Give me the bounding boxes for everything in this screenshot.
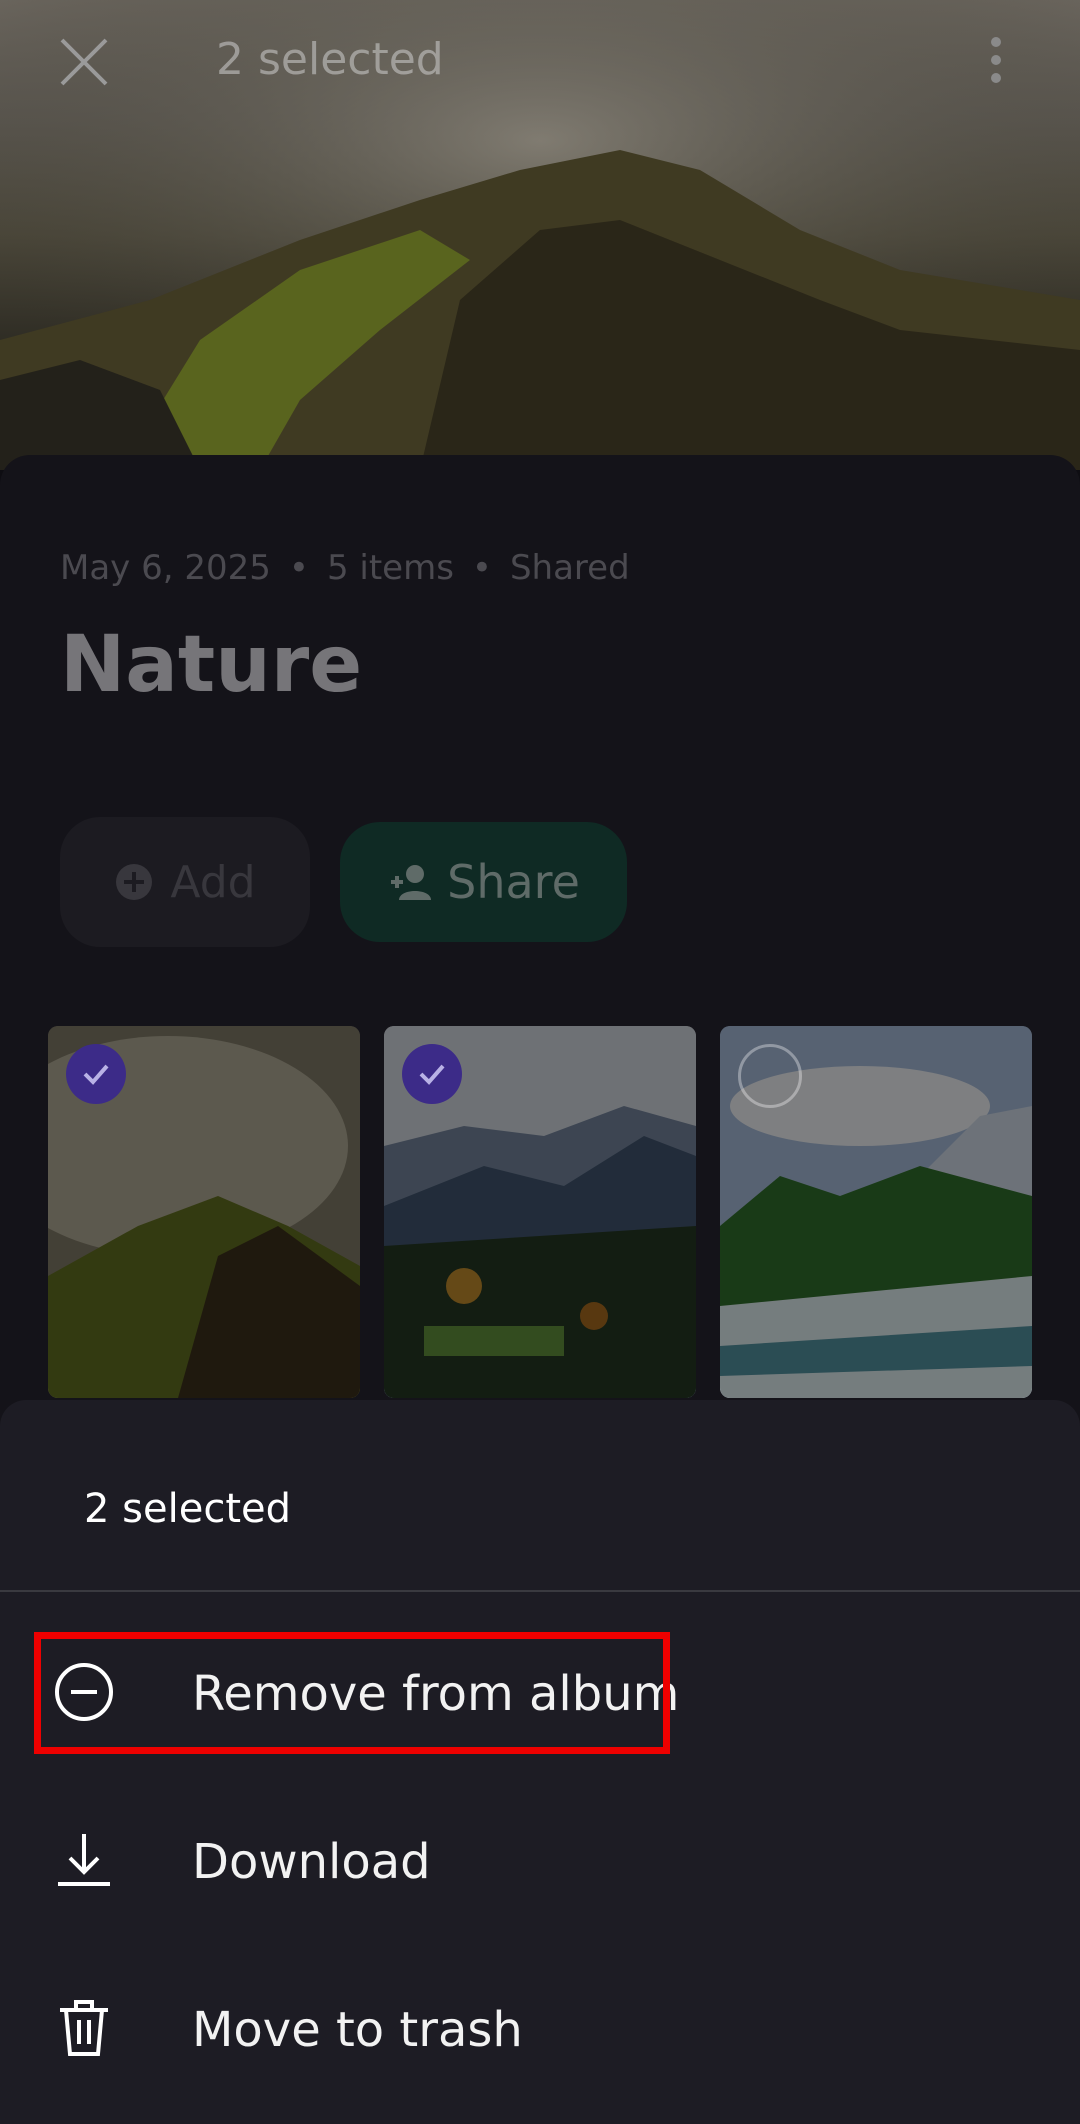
selection-toolbar: 2 selected	[0, 0, 1080, 120]
share-button-label: Share	[447, 855, 580, 909]
trash-icon	[60, 2000, 108, 2056]
album-status: Shared	[509, 548, 630, 588]
move-to-trash-label: Move to trash	[192, 2002, 523, 2058]
add-button[interactable]: Add	[60, 817, 310, 947]
photo-thumbnail[interactable]	[384, 1026, 696, 1398]
sheet-title: 2 selected	[84, 1486, 292, 1532]
move-to-trash-item[interactable]: Move to trash	[0, 1958, 1080, 2098]
selected-check-icon[interactable]	[66, 1044, 126, 1104]
close-icon[interactable]	[54, 32, 114, 92]
album-meta: May 6, 2025 • 5 items • Shared	[60, 548, 630, 588]
selected-check-icon[interactable]	[402, 1044, 462, 1104]
highlight-box	[34, 1632, 670, 1754]
photo-grid	[48, 1026, 1032, 1398]
photo-thumbnail[interactable]	[48, 1026, 360, 1398]
download-icon	[58, 1834, 110, 1886]
unselected-circle-icon[interactable]	[738, 1044, 802, 1108]
selection-count-title: 2 selected	[216, 34, 444, 85]
download-label: Download	[192, 1834, 431, 1890]
person-add-icon	[391, 865, 432, 900]
album-item-count: 5 items	[326, 548, 454, 588]
album-title: Nature	[60, 620, 363, 710]
photo-thumbnail[interactable]	[720, 1026, 1032, 1398]
album-date: May 6, 2025	[60, 548, 271, 588]
download-item[interactable]: Download	[0, 1790, 1080, 1930]
share-button[interactable]: Share	[340, 822, 627, 942]
more-vert-icon[interactable]	[978, 30, 1014, 90]
add-button-label: Add	[170, 856, 256, 908]
add-circle-icon	[116, 864, 153, 900]
sheet-divider	[0, 1590, 1080, 1592]
